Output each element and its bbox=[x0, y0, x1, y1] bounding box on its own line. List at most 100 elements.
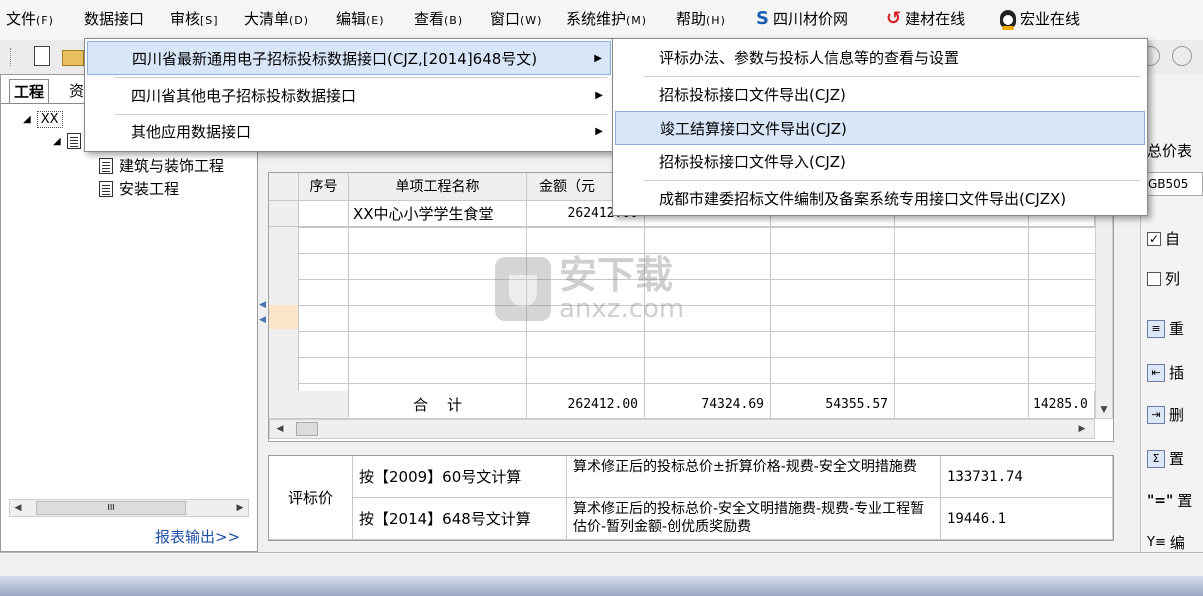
evaluation-price-table: 评标价 按【2009】60号文计算 算术修正后的投标总价±折算价格-规费-安全文… bbox=[268, 455, 1114, 541]
checkbox-icon[interactable]: ✓ bbox=[1147, 231, 1161, 246]
brand-sichuan-price[interactable]: S 四川材价网 bbox=[756, 8, 848, 29]
menu-label: 审核 bbox=[170, 10, 201, 28]
tree-item-building[interactable]: 建筑与装饰工程 bbox=[99, 155, 224, 176]
scroll-down-icon[interactable]: ▼ bbox=[1096, 402, 1112, 418]
button-edit[interactable]: Y≡ 编 bbox=[1147, 532, 1185, 553]
submenu-item-bid-export[interactable]: 招标投标接口文件导出(CJZ) bbox=[615, 78, 1145, 112]
scroll-left-icon[interactable]: ◀ bbox=[272, 421, 288, 437]
menu-item-sichuan-other[interactable]: 四川省其他电子招标投标数据接口 ▶ bbox=[87, 79, 611, 113]
scroll-thumb[interactable]: III bbox=[36, 501, 186, 515]
toolbar-grip bbox=[10, 48, 15, 66]
expand-toggle-icon[interactable]: ◢ bbox=[53, 136, 61, 147]
menu-system-maintenance[interactable]: 系统维护(M) bbox=[566, 8, 647, 29]
eval-value-2009[interactable]: 133731.74 bbox=[941, 456, 1113, 498]
checkbox-icon[interactable] bbox=[1147, 271, 1161, 286]
eval-formula-2009[interactable]: 算术修正后的投标总价±折算价格-规费-安全文明措施费 bbox=[567, 456, 941, 498]
scroll-left-icon[interactable]: ◀ bbox=[10, 500, 26, 516]
left-h-scrollbar[interactable]: ◀ III ▶ bbox=[9, 499, 249, 517]
menu-accelerator: (H) bbox=[706, 14, 726, 27]
cell-seq[interactable] bbox=[299, 201, 349, 227]
button-set-sum[interactable]: Σ 置 bbox=[1147, 448, 1184, 469]
scroll-thumb[interactable] bbox=[296, 422, 318, 436]
tab-project[interactable]: 工程 bbox=[9, 79, 50, 104]
watermark-text: 安下载 anxz.com bbox=[559, 255, 684, 323]
tree-item-label: 建筑与装饰工程 bbox=[119, 157, 225, 175]
grid-v-scrollbar[interactable]: ▼ bbox=[1095, 201, 1113, 419]
menu-item-other-apps[interactable]: 其他应用数据接口 ▶ bbox=[87, 115, 611, 149]
button-label: 重 bbox=[1169, 320, 1185, 338]
submenu-arrow-icon: ▶ bbox=[595, 90, 603, 101]
tree-subproject[interactable]: ◢ bbox=[53, 133, 81, 149]
grid-h-scrollbar[interactable]: ◀ ▶ bbox=[269, 419, 1095, 439]
splitter-collapse-icon-2[interactable]: ◀ bbox=[259, 315, 266, 325]
button-set-equal[interactable]: "=" 置 bbox=[1147, 490, 1192, 511]
menu-item-sichuan-latest[interactable]: 四川省最新通用电子招标投标数据接口(CJZ,[2014]648号文) ▶ bbox=[87, 41, 611, 75]
menu-label: 数据接口 bbox=[84, 10, 145, 28]
menu-accelerator: (B) bbox=[444, 14, 464, 27]
cell-project-name[interactable]: XX中心小学学生食堂 bbox=[349, 201, 527, 227]
project-root-icon: XX bbox=[36, 111, 63, 128]
scroll-right-icon[interactable]: ▶ bbox=[232, 500, 248, 516]
button-delete[interactable]: ⇥ 删 bbox=[1147, 404, 1184, 425]
swirl-logo-icon: ↺ bbox=[886, 8, 902, 29]
submenu-arrow-icon: ▶ bbox=[595, 126, 603, 137]
eval-formula-2014[interactable]: 算术修正后的投标总价-安全文明措施费-规费-专业工程暂估价-暂列金额-创优质奖励… bbox=[567, 498, 941, 540]
menu-accelerator: (M) bbox=[626, 14, 648, 27]
eval-basis-2009[interactable]: 按【2009】60号文计算 bbox=[353, 456, 567, 498]
tree-root[interactable]: ◢ XX bbox=[23, 111, 63, 128]
checkbox-label: 自 bbox=[1165, 230, 1181, 248]
report-output-link[interactable]: 报表输出>> bbox=[155, 526, 240, 547]
menu-view[interactable]: 查看(B) bbox=[414, 8, 463, 29]
splitter-collapse-icon[interactable]: ◀ bbox=[259, 300, 266, 310]
new-file-icon[interactable] bbox=[34, 46, 50, 66]
checkbox-list[interactable]: 列 bbox=[1147, 268, 1180, 289]
submenu-item-bid-import[interactable]: 招标投标接口文件导入(CJZ) bbox=[615, 145, 1145, 179]
total-col5: 54355.57 bbox=[771, 391, 895, 419]
grid-header-name: 单项工程名称 bbox=[349, 173, 527, 201]
watermark-en: anxz.com bbox=[559, 294, 685, 324]
insert-row-icon: ⇤ bbox=[1147, 363, 1165, 382]
button-rearrange[interactable]: ≡ 重 bbox=[1147, 318, 1184, 339]
button-label: 置 bbox=[1169, 450, 1185, 468]
eval-basis-2014[interactable]: 按【2014】648号文计算 bbox=[353, 498, 567, 540]
open-folder-icon[interactable] bbox=[62, 50, 84, 66]
delete-row-icon: ⇥ bbox=[1147, 405, 1165, 424]
menu-window[interactable]: 窗口(W) bbox=[490, 8, 542, 29]
button-label: 编 bbox=[1169, 534, 1185, 552]
cjz-submenu: 评标办法、参数与投标人信息等的查看与设置 招标投标接口文件导出(CJZ) 竣工结… bbox=[612, 38, 1148, 216]
shield-bag-icon bbox=[495, 257, 551, 321]
brand-hongye-online[interactable]: 宏业在线 bbox=[1000, 8, 1080, 30]
checkbox-label: 列 bbox=[1165, 270, 1181, 288]
grid-header-seq: 序号 bbox=[299, 173, 349, 201]
brand-building-materials[interactable]: ↺ 建材在线 bbox=[886, 8, 965, 29]
toolbar-round-icon-2[interactable] bbox=[1172, 46, 1192, 66]
menu-accelerator: (D) bbox=[289, 14, 310, 27]
menu-help[interactable]: 帮助(H) bbox=[676, 8, 726, 29]
tree-item-install[interactable]: 安装工程 bbox=[99, 178, 179, 199]
tree-item-label: 安装工程 bbox=[119, 180, 180, 198]
button-insert[interactable]: ⇤ 插 bbox=[1147, 362, 1184, 383]
data-interface-menu: 四川省最新通用电子招标投标数据接口(CJZ,[2014]648号文) ▶ 四川省… bbox=[84, 38, 614, 152]
menu-label: 系统维护 bbox=[566, 10, 627, 28]
menu-label: 帮助 bbox=[676, 10, 707, 28]
menu-data-interface[interactable]: 数据接口 bbox=[84, 8, 144, 29]
submenu-item-chengdu-export[interactable]: 成都市建委招标文件编制及备案系统专用接口文件导出(CJZX) bbox=[615, 182, 1145, 216]
eval-value-2014[interactable]: 19446.1 bbox=[941, 498, 1113, 540]
submenu-item-settlement-export[interactable]: 竣工结算接口文件导出(CJZ) bbox=[615, 111, 1145, 145]
menu-item-label: 其他应用数据接口 bbox=[131, 123, 252, 141]
menu-file[interactable]: 文件(F) bbox=[6, 8, 54, 29]
status-bar bbox=[0, 552, 1203, 577]
row-header[interactable] bbox=[269, 201, 299, 227]
checkbox-auto[interactable]: ✓ 自 bbox=[1147, 228, 1180, 249]
document-icon bbox=[66, 133, 81, 149]
menu-edit[interactable]: 编辑(E) bbox=[336, 8, 385, 29]
submenu-item-eval-settings[interactable]: 评标办法、参数与投标人信息等的查看与设置 bbox=[615, 41, 1145, 75]
menu-label: 编辑 bbox=[336, 10, 367, 28]
right-tool-panel: 总价表 GB505 ✓ 自 列 ≡ 重 ⇤ 插 ⇥ 删 Σ 置 "=" 置 Y≡… bbox=[1140, 74, 1203, 552]
menu-label: 窗口 bbox=[490, 10, 521, 28]
menu-big-list[interactable]: 大清单(D) bbox=[244, 8, 309, 29]
expand-toggle-icon[interactable]: ◢ bbox=[23, 114, 31, 125]
code-field[interactable]: GB505 bbox=[1145, 172, 1203, 196]
scroll-right-icon[interactable]: ▶ bbox=[1074, 421, 1090, 437]
menu-review[interactable]: 审核[S] bbox=[170, 8, 219, 29]
